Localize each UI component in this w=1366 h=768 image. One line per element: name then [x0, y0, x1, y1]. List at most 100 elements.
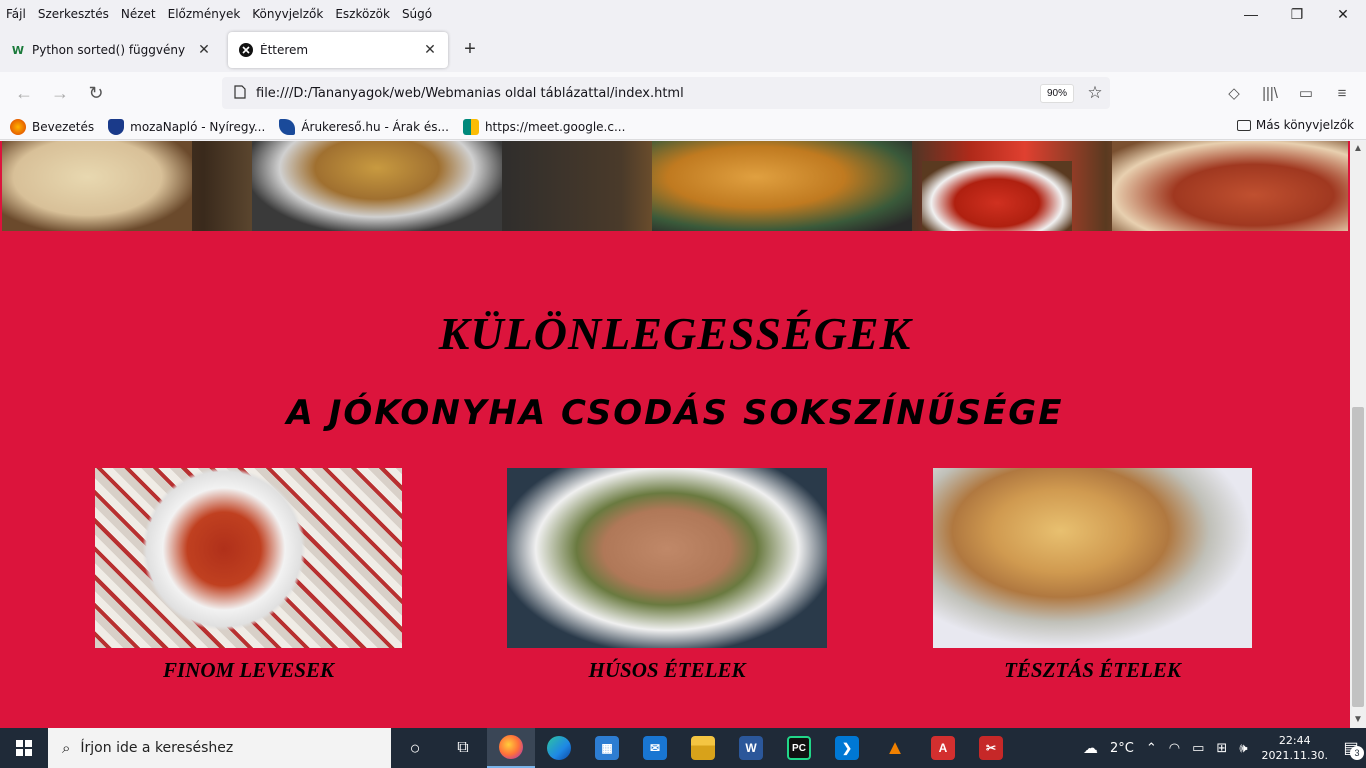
- bookmark-label: Bevezetés: [32, 119, 95, 134]
- new-tab-button[interactable]: +: [458, 38, 482, 62]
- pycharm-icon[interactable]: PC: [775, 728, 823, 768]
- start-button[interactable]: [0, 728, 48, 768]
- file-explorer-icon[interactable]: [679, 728, 727, 768]
- shield-icon: [108, 118, 125, 135]
- menu-view[interactable]: Nézet: [121, 7, 156, 21]
- menu-file[interactable]: Fájl: [6, 7, 26, 21]
- url-bar[interactable]: file:///D:/Tananyagok/web/Webmanias olda…: [222, 77, 1110, 109]
- scroll-down-arrow-icon[interactable]: ▼: [1350, 712, 1366, 728]
- scroll-thumb[interactable]: [1352, 407, 1364, 707]
- weather-temp[interactable]: 2°C: [1110, 741, 1134, 756]
- tab-python-sorted[interactable]: W Python sorted() függvény ✕: [0, 32, 222, 68]
- page-content: KÜLÖNLEGESSÉGEK A JÓKONYHA CSODÁS SOKSZÍ…: [0, 141, 1350, 728]
- sauce-bowl-image: [922, 161, 1072, 231]
- clock-date: 2021.11.30.: [1261, 749, 1328, 762]
- food-banner-image: [2, 141, 1348, 231]
- tab-etterem[interactable]: Étterem ✕: [228, 32, 448, 68]
- meet-icon: [462, 118, 479, 135]
- bookmark-label: https://meet.google.c...: [484, 119, 626, 134]
- battery-icon[interactable]: ▭: [1192, 741, 1204, 756]
- windows-taskbar: ⌕ Írjon ide a kereséshez ○ ⧉ ▦ ✉ W PC ❯ …: [0, 728, 1366, 768]
- menu-bookmarks[interactable]: Könyvjelzők: [252, 7, 323, 21]
- close-window-button[interactable]: ✕: [1320, 0, 1366, 28]
- site-close-icon: [238, 42, 254, 58]
- url-text[interactable]: file:///D:/Tananyagok/web/Webmanias olda…: [254, 86, 1040, 101]
- search-icon: ⌕: [62, 739, 71, 757]
- zoom-level-badge[interactable]: 90%: [1039, 83, 1074, 103]
- bookmark-label: mozaNapló - Nyíregy...: [130, 119, 266, 134]
- volume-icon[interactable]: 🕪: [1239, 741, 1247, 756]
- pocket-icon[interactable]: ◇: [1216, 77, 1252, 109]
- chevron-up-icon[interactable]: ⌃: [1146, 741, 1157, 756]
- notification-center-icon[interactable]: ▤ 3: [1336, 728, 1366, 768]
- flatbread-image: [2, 141, 192, 231]
- samosa-plate-image: [652, 141, 912, 231]
- window-controls: — ❐ ✕: [1228, 0, 1366, 28]
- soup-image: [95, 468, 402, 648]
- back-button[interactable]: ←: [6, 77, 42, 109]
- snipping-icon[interactable]: ✂: [967, 728, 1015, 768]
- menu-bar: Fájl Szerkesztés Nézet Előzmények Könyvj…: [0, 0, 1366, 28]
- close-tab-icon[interactable]: ✕: [422, 42, 438, 58]
- other-bookmarks[interactable]: Más könyvjelzők: [1236, 118, 1354, 132]
- bookmark-label: Árukereső.hu - Árak és...: [301, 119, 449, 134]
- menu-items: Fájl Szerkesztés Nézet Előzmények Könyvj…: [0, 7, 444, 21]
- clock[interactable]: 22:44 2021.11.30.: [1262, 733, 1328, 763]
- menu-tools[interactable]: Eszközök: [335, 7, 390, 21]
- page-scrollbar[interactable]: ▲ ▼: [1350, 141, 1366, 728]
- cortana-icon[interactable]: ○: [391, 728, 439, 768]
- chicken-plate-image: [1112, 141, 1348, 231]
- network-icon[interactable]: ⊞: [1216, 741, 1227, 756]
- folder-icon: [1236, 119, 1251, 131]
- mail-icon[interactable]: ✉: [631, 728, 679, 768]
- acrobat-icon[interactable]: A: [919, 728, 967, 768]
- forward-button[interactable]: →: [42, 77, 78, 109]
- clock-time: 22:44: [1278, 734, 1311, 747]
- nav-bar: ← → ↻ file:///D:/Tananyagok/web/Webmania…: [0, 72, 1366, 114]
- store-icon[interactable]: ▦: [583, 728, 631, 768]
- bookmark-star-icon[interactable]: ☆: [1080, 83, 1110, 103]
- vscode-icon[interactable]: ❯: [823, 728, 871, 768]
- sidebar-icon[interactable]: ▭: [1288, 77, 1324, 109]
- tab-label: Étterem: [260, 43, 309, 57]
- bookmark-meet[interactable]: https://meet.google.c...: [462, 118, 626, 135]
- toolbar-right: ◇ |||\ ▭ ≡: [1216, 77, 1360, 109]
- menu-help[interactable]: Súgó: [402, 7, 432, 21]
- meat-dish-image: [507, 468, 827, 648]
- restore-button[interactable]: ❐: [1274, 0, 1320, 28]
- card-caption: FINOM LEVESEK: [163, 658, 334, 682]
- minimize-button[interactable]: —: [1228, 0, 1274, 28]
- weather-cloud-icon[interactable]: ☁: [1083, 739, 1098, 757]
- wiki-icon: W: [11, 43, 25, 57]
- bookmark-mozanaplo[interactable]: mozaNapló - Nyíregy...: [108, 118, 266, 135]
- firefox-icon[interactable]: [487, 728, 535, 768]
- hamburger-menu-icon[interactable]: ≡: [1324, 77, 1360, 109]
- menu-history[interactable]: Előzmények: [168, 7, 241, 21]
- vlc-icon[interactable]: ▲: [871, 728, 919, 768]
- word-icon[interactable]: W: [727, 728, 775, 768]
- menu-edit[interactable]: Szerkesztés: [38, 7, 109, 21]
- tab-bar: W Python sorted() függvény ✕ Étterem ✕ +: [0, 28, 1366, 72]
- taskbar-search-box[interactable]: ⌕ Írjon ide a kereséshez: [48, 728, 391, 768]
- card-pasta-dishes: TÉSZTÁS ÉTELEK: [933, 468, 1252, 683]
- close-tab-icon[interactable]: ✕: [196, 42, 212, 58]
- page-title: KÜLÖNLEGESSÉGEK: [438, 308, 912, 359]
- bookmarks-bar: Bevezetés mozaNapló - Nyíregy... Árukere…: [0, 114, 1366, 140]
- card-meat-dishes: HÚSOS ÉTELEK: [507, 468, 827, 683]
- curry-bowl-image: [252, 141, 502, 231]
- search-placeholder: Írjon ide a kereséshez: [80, 740, 234, 756]
- notification-count: 3: [1350, 746, 1364, 760]
- card-caption: TÉSZTÁS ÉTELEK: [1004, 658, 1181, 682]
- card-soups: FINOM LEVESEK: [95, 468, 402, 683]
- pasta-dish-image: [933, 468, 1252, 648]
- page-subtitle: A JÓKONYHA CSODÁS SOKSZÍNŰSÉGE: [286, 393, 1064, 433]
- other-bookmarks-label: Más könyvjelzők: [1255, 118, 1354, 132]
- task-view-icon[interactable]: ⧉: [439, 728, 487, 768]
- scroll-up-arrow-icon[interactable]: ▲: [1350, 141, 1366, 157]
- wifi-icon[interactable]: ◠: [1169, 741, 1180, 756]
- bookmark-arukereso[interactable]: Árukereső.hu - Árak és...: [279, 118, 449, 135]
- library-icon[interactable]: |||\: [1252, 77, 1288, 109]
- bookmark-bevezetes[interactable]: Bevezetés: [10, 118, 95, 135]
- edge-icon[interactable]: [535, 728, 583, 768]
- reload-button[interactable]: ↻: [78, 77, 114, 109]
